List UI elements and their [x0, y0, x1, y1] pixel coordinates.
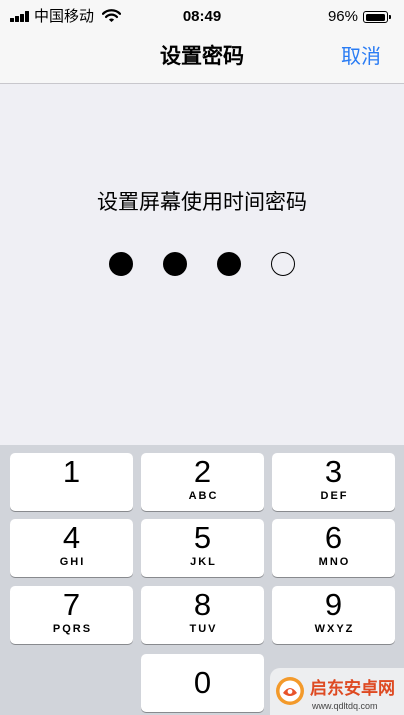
- passcode-dot: [109, 252, 133, 276]
- key-digit: 8: [193, 587, 212, 622]
- passcode-dots: [109, 252, 295, 276]
- battery-nub: [389, 15, 391, 19]
- key-digit: 5: [193, 520, 212, 555]
- key-digit: 3: [324, 454, 343, 489]
- passcode-dot: [271, 252, 295, 276]
- key-digit: 9: [324, 587, 343, 622]
- key-digit: 4: [62, 520, 81, 555]
- key-digit: 2: [193, 454, 212, 489]
- watermark: 启东安卓网 www.qdltdq.com: [270, 668, 404, 715]
- key-4[interactable]: 4 GHI: [10, 519, 133, 577]
- key-digit: 1: [62, 454, 81, 489]
- battery-fill: [365, 13, 385, 21]
- key-letters: GHI: [59, 556, 86, 568]
- key-5[interactable]: 5 JKL: [141, 519, 264, 577]
- key-letters: DEF: [320, 490, 349, 502]
- key-digit: 0: [193, 665, 212, 700]
- key-6[interactable]: 6 MNO: [272, 519, 395, 577]
- watermark-name: 启东安卓网: [310, 679, 395, 698]
- key-3[interactable]: 3 DEF: [272, 453, 395, 511]
- battery-percentage: 96%: [327, 8, 358, 25]
- key-letters: MNO: [318, 556, 351, 568]
- key-letters: WXYZ: [314, 623, 355, 635]
- key-digit: 7: [62, 587, 81, 622]
- status-bar: 中国移动 08:49 96%: [0, 0, 404, 35]
- key-8[interactable]: 8 TUV: [141, 586, 264, 644]
- passcode-dot: [163, 252, 187, 276]
- key-9[interactable]: 9 WXYZ: [272, 586, 395, 644]
- key-letters: PQRS: [52, 623, 93, 635]
- passcode-prompt: 设置屏幕使用时间密码: [97, 191, 307, 214]
- cancel-button[interactable]: 取消: [341, 35, 381, 79]
- key-letters: ABC: [188, 490, 219, 502]
- key-1[interactable]: 1: [10, 453, 133, 511]
- key-letters: JKL: [190, 556, 217, 568]
- key-2[interactable]: 2 ABC: [141, 453, 264, 511]
- key-digit: 6: [324, 520, 343, 555]
- key-0[interactable]: 0: [141, 654, 264, 712]
- site-logo-icon: [276, 677, 304, 705]
- key-7[interactable]: 7 PQRS: [10, 586, 133, 644]
- passcode-dot: [217, 252, 241, 276]
- battery-icon: [363, 11, 388, 23]
- watermark-url: www.qdltdq.com: [312, 701, 378, 711]
- navigation-bar: 设置密码 取消: [0, 35, 404, 84]
- key-letters: TUV: [189, 623, 218, 635]
